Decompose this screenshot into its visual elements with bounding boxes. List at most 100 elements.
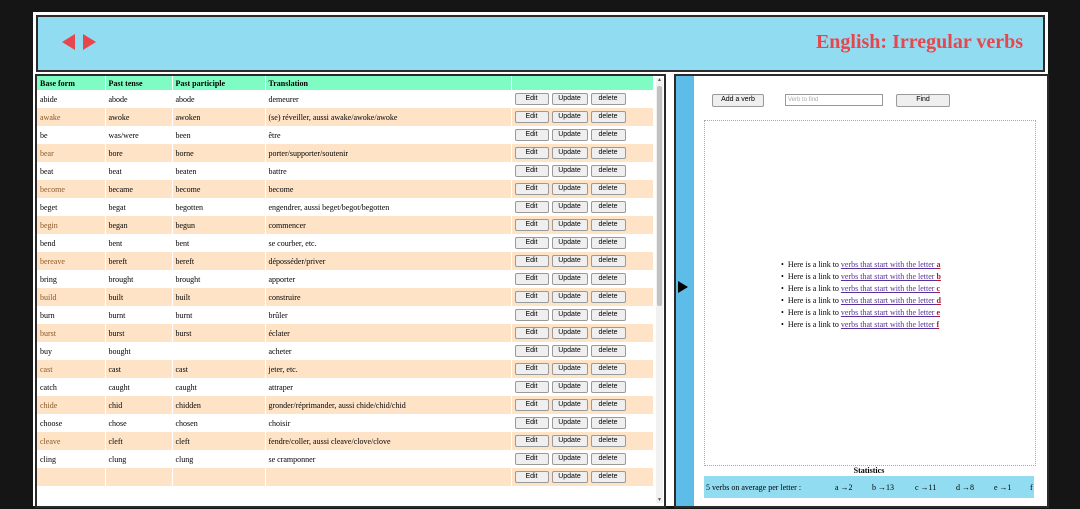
- update-button[interactable]: Update: [551, 93, 588, 105]
- delete-button[interactable]: delete: [590, 453, 626, 465]
- verb-search-input[interactable]: Verb to find: [785, 94, 883, 106]
- edit-button[interactable]: Edit: [514, 111, 549, 123]
- delete-button[interactable]: delete: [590, 363, 626, 375]
- scroll-down-icon[interactable]: ▼: [657, 498, 662, 503]
- update-button[interactable]: Update: [551, 453, 588, 465]
- edit-button[interactable]: Edit: [514, 309, 549, 321]
- next-arrow-icon[interactable]: [83, 34, 96, 50]
- update-button[interactable]: Update: [551, 291, 588, 303]
- delete-button[interactable]: delete: [590, 237, 626, 249]
- edit-button[interactable]: Edit: [514, 129, 549, 141]
- edit-button[interactable]: Edit: [514, 381, 549, 393]
- delete-button[interactable]: delete: [590, 273, 626, 285]
- delete-button[interactable]: delete: [590, 201, 626, 213]
- update-button[interactable]: Update: [551, 183, 588, 195]
- delete-button[interactable]: delete: [590, 381, 626, 393]
- past-tense-cell: clung: [105, 450, 173, 468]
- delete-button[interactable]: delete: [590, 435, 626, 447]
- update-button[interactable]: Update: [551, 417, 588, 429]
- edit-button[interactable]: Edit: [514, 183, 549, 195]
- edit-button[interactable]: Edit: [514, 417, 549, 429]
- expand-panel-icon[interactable]: [678, 281, 688, 293]
- scrollbar-thumb[interactable]: [657, 86, 662, 306]
- update-button[interactable]: Update: [551, 237, 588, 249]
- row-actions-cell: Edit Update delete: [511, 216, 654, 234]
- edit-button[interactable]: Edit: [514, 471, 549, 483]
- letter-link-c[interactable]: verbs that start with the letter: [841, 284, 937, 293]
- table-row: become became become become Edit Update delete: [37, 180, 654, 198]
- past-tense-cell: burnt: [105, 306, 173, 324]
- table-scrollbar[interactable]: ▲ ▼: [656, 78, 663, 503]
- update-button[interactable]: Update: [551, 219, 588, 231]
- header-bar: English: Irregular verbs: [36, 15, 1045, 72]
- letter-link-f-letter[interactable]: f: [936, 320, 939, 329]
- update-button[interactable]: Update: [551, 255, 588, 267]
- letter-link-a[interactable]: verbs that start with the letter: [841, 260, 937, 269]
- delete-button[interactable]: delete: [590, 165, 626, 177]
- edit-button[interactable]: Edit: [514, 219, 549, 231]
- edit-button[interactable]: Edit: [514, 291, 549, 303]
- update-button[interactable]: Update: [551, 165, 588, 177]
- update-button[interactable]: Update: [551, 327, 588, 339]
- delete-button[interactable]: delete: [590, 93, 626, 105]
- edit-button[interactable]: Edit: [514, 165, 549, 177]
- base-form-cell: chide: [37, 396, 106, 414]
- letter-link-d-letter[interactable]: d: [936, 296, 940, 305]
- update-button[interactable]: Update: [551, 345, 588, 357]
- delete-button[interactable]: delete: [590, 399, 626, 411]
- edit-button[interactable]: Edit: [514, 237, 549, 249]
- letter-link-f[interactable]: verbs that start with the letter: [841, 320, 937, 329]
- delete-button[interactable]: delete: [590, 129, 626, 141]
- delete-button[interactable]: delete: [590, 471, 626, 483]
- delete-button[interactable]: delete: [590, 147, 626, 159]
- find-button[interactable]: Find: [896, 94, 950, 107]
- update-button[interactable]: Update: [551, 273, 588, 285]
- edit-button[interactable]: Edit: [514, 93, 549, 105]
- add-verb-button[interactable]: Add a verb: [712, 94, 764, 107]
- edit-button[interactable]: Edit: [514, 255, 549, 267]
- edit-button[interactable]: Edit: [514, 363, 549, 375]
- edit-button[interactable]: Edit: [514, 435, 549, 447]
- edit-button[interactable]: Edit: [514, 399, 549, 411]
- delete-button[interactable]: delete: [590, 417, 626, 429]
- letter-link-b[interactable]: verbs that start with the letter: [841, 272, 937, 281]
- letter-link-b-letter[interactable]: b: [936, 272, 940, 281]
- letter-link-a-letter[interactable]: a: [936, 260, 940, 269]
- delete-button[interactable]: delete: [590, 255, 626, 267]
- edit-button[interactable]: Edit: [514, 273, 549, 285]
- delete-button[interactable]: delete: [590, 345, 626, 357]
- previous-arrow-icon[interactable]: [62, 34, 75, 50]
- delete-button[interactable]: delete: [590, 309, 626, 321]
- edit-button[interactable]: Edit: [514, 327, 549, 339]
- translation-cell: choisir: [265, 414, 512, 432]
- delete-button[interactable]: delete: [590, 111, 626, 123]
- letter-link-e-letter[interactable]: e: [936, 308, 940, 317]
- delete-button[interactable]: delete: [590, 291, 626, 303]
- update-button[interactable]: Update: [551, 471, 588, 483]
- delete-button[interactable]: delete: [590, 327, 626, 339]
- verbs-table-body: abide abode abode demeurer Edit Update delete a…: [37, 90, 654, 486]
- delete-button[interactable]: delete: [590, 183, 626, 195]
- letter-link-d[interactable]: verbs that start with the letter: [841, 296, 937, 305]
- update-button[interactable]: Update: [551, 201, 588, 213]
- update-button[interactable]: Update: [551, 435, 588, 447]
- edit-button[interactable]: Edit: [514, 345, 549, 357]
- translation-cell: apporter: [265, 270, 512, 288]
- past-participle-cell: abode: [172, 90, 266, 108]
- base-form-cell: [37, 468, 106, 486]
- update-button[interactable]: Update: [551, 147, 588, 159]
- update-button[interactable]: Update: [551, 399, 588, 411]
- letter-link-c-letter[interactable]: c: [936, 284, 940, 293]
- delete-button[interactable]: delete: [590, 219, 626, 231]
- update-button[interactable]: Update: [551, 129, 588, 141]
- edit-button[interactable]: Edit: [514, 201, 549, 213]
- row-actions-cell: Edit Update delete: [511, 108, 654, 126]
- letter-link-e[interactable]: verbs that start with the letter: [841, 308, 937, 317]
- update-button[interactable]: Update: [551, 309, 588, 321]
- update-button[interactable]: Update: [551, 363, 588, 375]
- update-button[interactable]: Update: [551, 381, 588, 393]
- update-button[interactable]: Update: [551, 111, 588, 123]
- scroll-up-icon[interactable]: ▲: [657, 78, 662, 83]
- edit-button[interactable]: Edit: [514, 453, 549, 465]
- edit-button[interactable]: Edit: [514, 147, 549, 159]
